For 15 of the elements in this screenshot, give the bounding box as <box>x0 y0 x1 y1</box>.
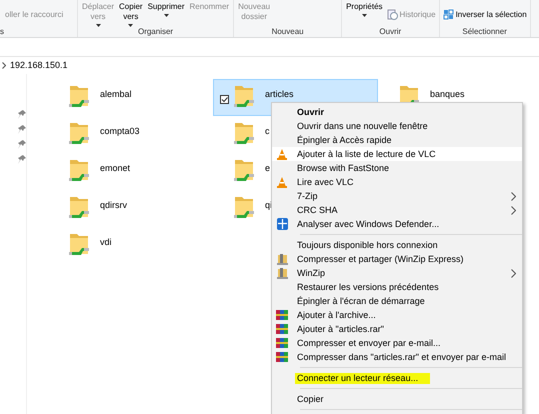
folder-name: banques <box>430 88 465 101</box>
folder-name: vdi <box>100 236 112 249</box>
folder-name: alembal <box>100 88 132 101</box>
folder-name: emonet <box>100 162 130 175</box>
group-label: Sélectionner <box>461 27 508 37</box>
folder-name: articles <box>265 88 294 101</box>
group-label: Nouveau <box>270 27 305 37</box>
group-label: s <box>0 27 4 37</box>
group-label: Ouvrir <box>378 27 402 37</box>
group-label: Organiser <box>136 27 174 37</box>
folder-name: e <box>265 162 270 175</box>
folder-name: compta03 <box>100 125 140 138</box>
folder-name: c <box>265 125 270 138</box>
folder-name: qdirsrv <box>100 199 128 212</box>
highlight-mark: Connecter un lecteur réseau... <box>295 372 430 384</box>
